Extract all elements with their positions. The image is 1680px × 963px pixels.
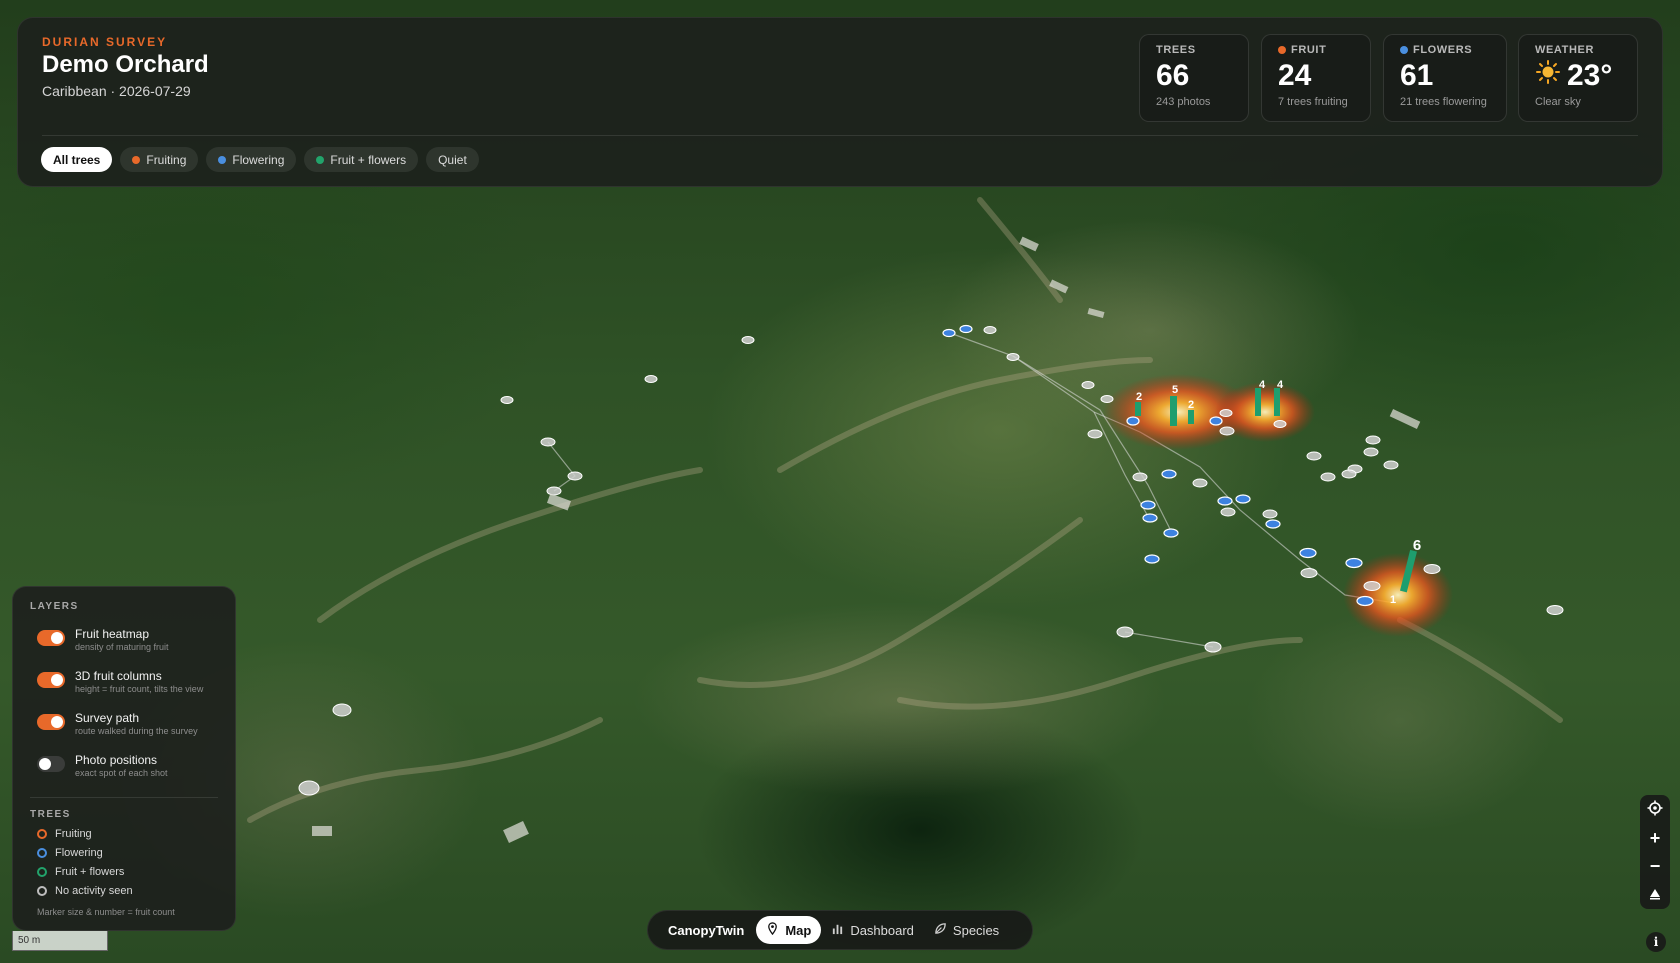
flower-dot-icon (1400, 46, 1408, 54)
legend-note: Marker size & number = fruit count (37, 907, 175, 917)
minus-icon: − (1649, 856, 1661, 877)
legend-item-no-activity: No activity seen (37, 885, 133, 897)
fruit-count-label: 5 (1172, 384, 1178, 396)
crosshair-icon (1647, 800, 1663, 819)
no-activity-ring-icon (37, 886, 47, 896)
info-icon: i (1653, 935, 1659, 949)
stat-label: FLOWERS (1413, 44, 1473, 56)
stat-card-fruit: FRUIT 24 7 trees fruiting (1261, 34, 1371, 122)
stat-sub: 243 photos (1156, 96, 1211, 108)
layer-toggle[interactable] (37, 630, 65, 646)
stat-value: 61 (1400, 59, 1434, 92)
nav-tab-map[interactable]: Map (756, 916, 822, 944)
map-pin-icon (766, 922, 779, 938)
stat-card-weather: WEATHER 23° Clear sky (1518, 34, 1638, 122)
nav-tab-dashboard[interactable]: Dashboard (821, 916, 924, 944)
info-button[interactable]: i (1646, 932, 1666, 952)
brand-name: CanopyTwin (668, 922, 745, 938)
flowering-tree-markers (942, 324, 1374, 607)
layer-toggle[interactable] (37, 672, 65, 688)
filter-chip-flowering[interactable]: Flowering (206, 147, 297, 172)
panel-divider (30, 797, 218, 798)
layer-photo-positions[interactable]: Photo positions exact spot of each shot (37, 753, 168, 778)
bottom-nav: CanopyTwin Map Dashboard Species (647, 910, 1033, 950)
survey-header-panel: DURIAN SURVEY Demo Orchard Caribbean · 2… (17, 17, 1663, 187)
filter-chips: All trees Fruiting Flowering Fruit + flo… (41, 147, 479, 172)
bar-chart-icon (831, 922, 844, 938)
locate-button[interactable] (1644, 798, 1666, 820)
filter-chip-fruiting[interactable]: Fruiting (120, 147, 199, 172)
legend-item-flowering: Flowering (37, 847, 103, 859)
flowering-ring-icon (37, 848, 47, 858)
fruit-count-label: 1 (1390, 594, 1396, 606)
map-controls: + − (1640, 795, 1670, 909)
flowering-dot-icon (218, 155, 227, 164)
fruit-count-label: 4 (1259, 379, 1266, 391)
sun-icon (1535, 59, 1561, 93)
fruit-flowers-ring-icon (37, 867, 47, 877)
stat-value: 24 (1278, 59, 1312, 92)
legend-item-fruiting: Fruiting (37, 828, 92, 840)
buildings (312, 236, 1421, 843)
nav-tab-species[interactable]: Species (924, 916, 1009, 944)
layer-3d-fruit-columns[interactable]: 3D fruit columns height = fruit count, t… (37, 669, 203, 694)
plus-icon: + (1649, 827, 1661, 848)
page-title: Demo Orchard (42, 51, 209, 78)
stat-sub: 21 trees flowering (1400, 96, 1487, 108)
layer-toggle[interactable] (37, 756, 65, 772)
legend-item-fruit-flowers: Fruit + flowers (37, 866, 124, 878)
survey-path (547, 332, 1396, 648)
survey-kicker: DURIAN SURVEY (42, 35, 168, 49)
filter-chip-all-trees[interactable]: All trees (41, 147, 113, 172)
layers-panel: LAYERS Fruit heatmap density of maturing… (12, 586, 236, 931)
leaf-icon (934, 922, 947, 938)
stat-value: 23° (1567, 59, 1613, 92)
scale-bar: 50 m (12, 931, 108, 951)
stat-value: 66 (1156, 59, 1190, 92)
fruit-count-label: 6 (1413, 537, 1421, 554)
zoom-out-button[interactable]: − (1644, 855, 1666, 877)
stat-card-trees: TREES 66 243 photos (1139, 34, 1249, 122)
filter-chip-fruit-flowers[interactable]: Fruit + flowers (304, 147, 419, 172)
fruit-dot-icon (1278, 46, 1286, 54)
layers-title: LAYERS (30, 601, 79, 612)
fruit-flowers-dot-icon (316, 155, 325, 164)
fruit-count-label: 4 (1277, 379, 1284, 391)
layer-toggle[interactable] (37, 714, 65, 730)
stat-sub: Clear sky (1535, 96, 1581, 108)
fruit-count-label: 2 (1188, 399, 1194, 411)
filter-chip-quiet[interactable]: Quiet (426, 147, 479, 172)
compass-button[interactable] (1644, 884, 1666, 906)
layer-survey-path[interactable]: Survey path route walked during the surv… (37, 711, 198, 736)
fruit-count-label: 2 (1136, 391, 1142, 403)
stat-label: FRUIT (1291, 44, 1327, 56)
stat-label: WEATHER (1535, 44, 1594, 56)
header-divider (42, 135, 1638, 136)
layer-fruit-heatmap[interactable]: Fruit heatmap density of maturing fruit (37, 627, 169, 652)
trees-legend-title: TREES (30, 809, 71, 820)
zoom-in-button[interactable]: + (1644, 827, 1666, 849)
fruiting-ring-icon (37, 829, 47, 839)
page-subtitle: Caribbean · 2026-07-29 (42, 83, 191, 99)
compass-icon (1648, 886, 1662, 904)
stat-sub: 7 trees fruiting (1278, 96, 1348, 108)
fruiting-dot-icon (132, 155, 141, 164)
stat-label: TREES (1156, 44, 1196, 56)
stat-card-flowers: FLOWERS 61 21 trees flowering (1383, 34, 1507, 122)
